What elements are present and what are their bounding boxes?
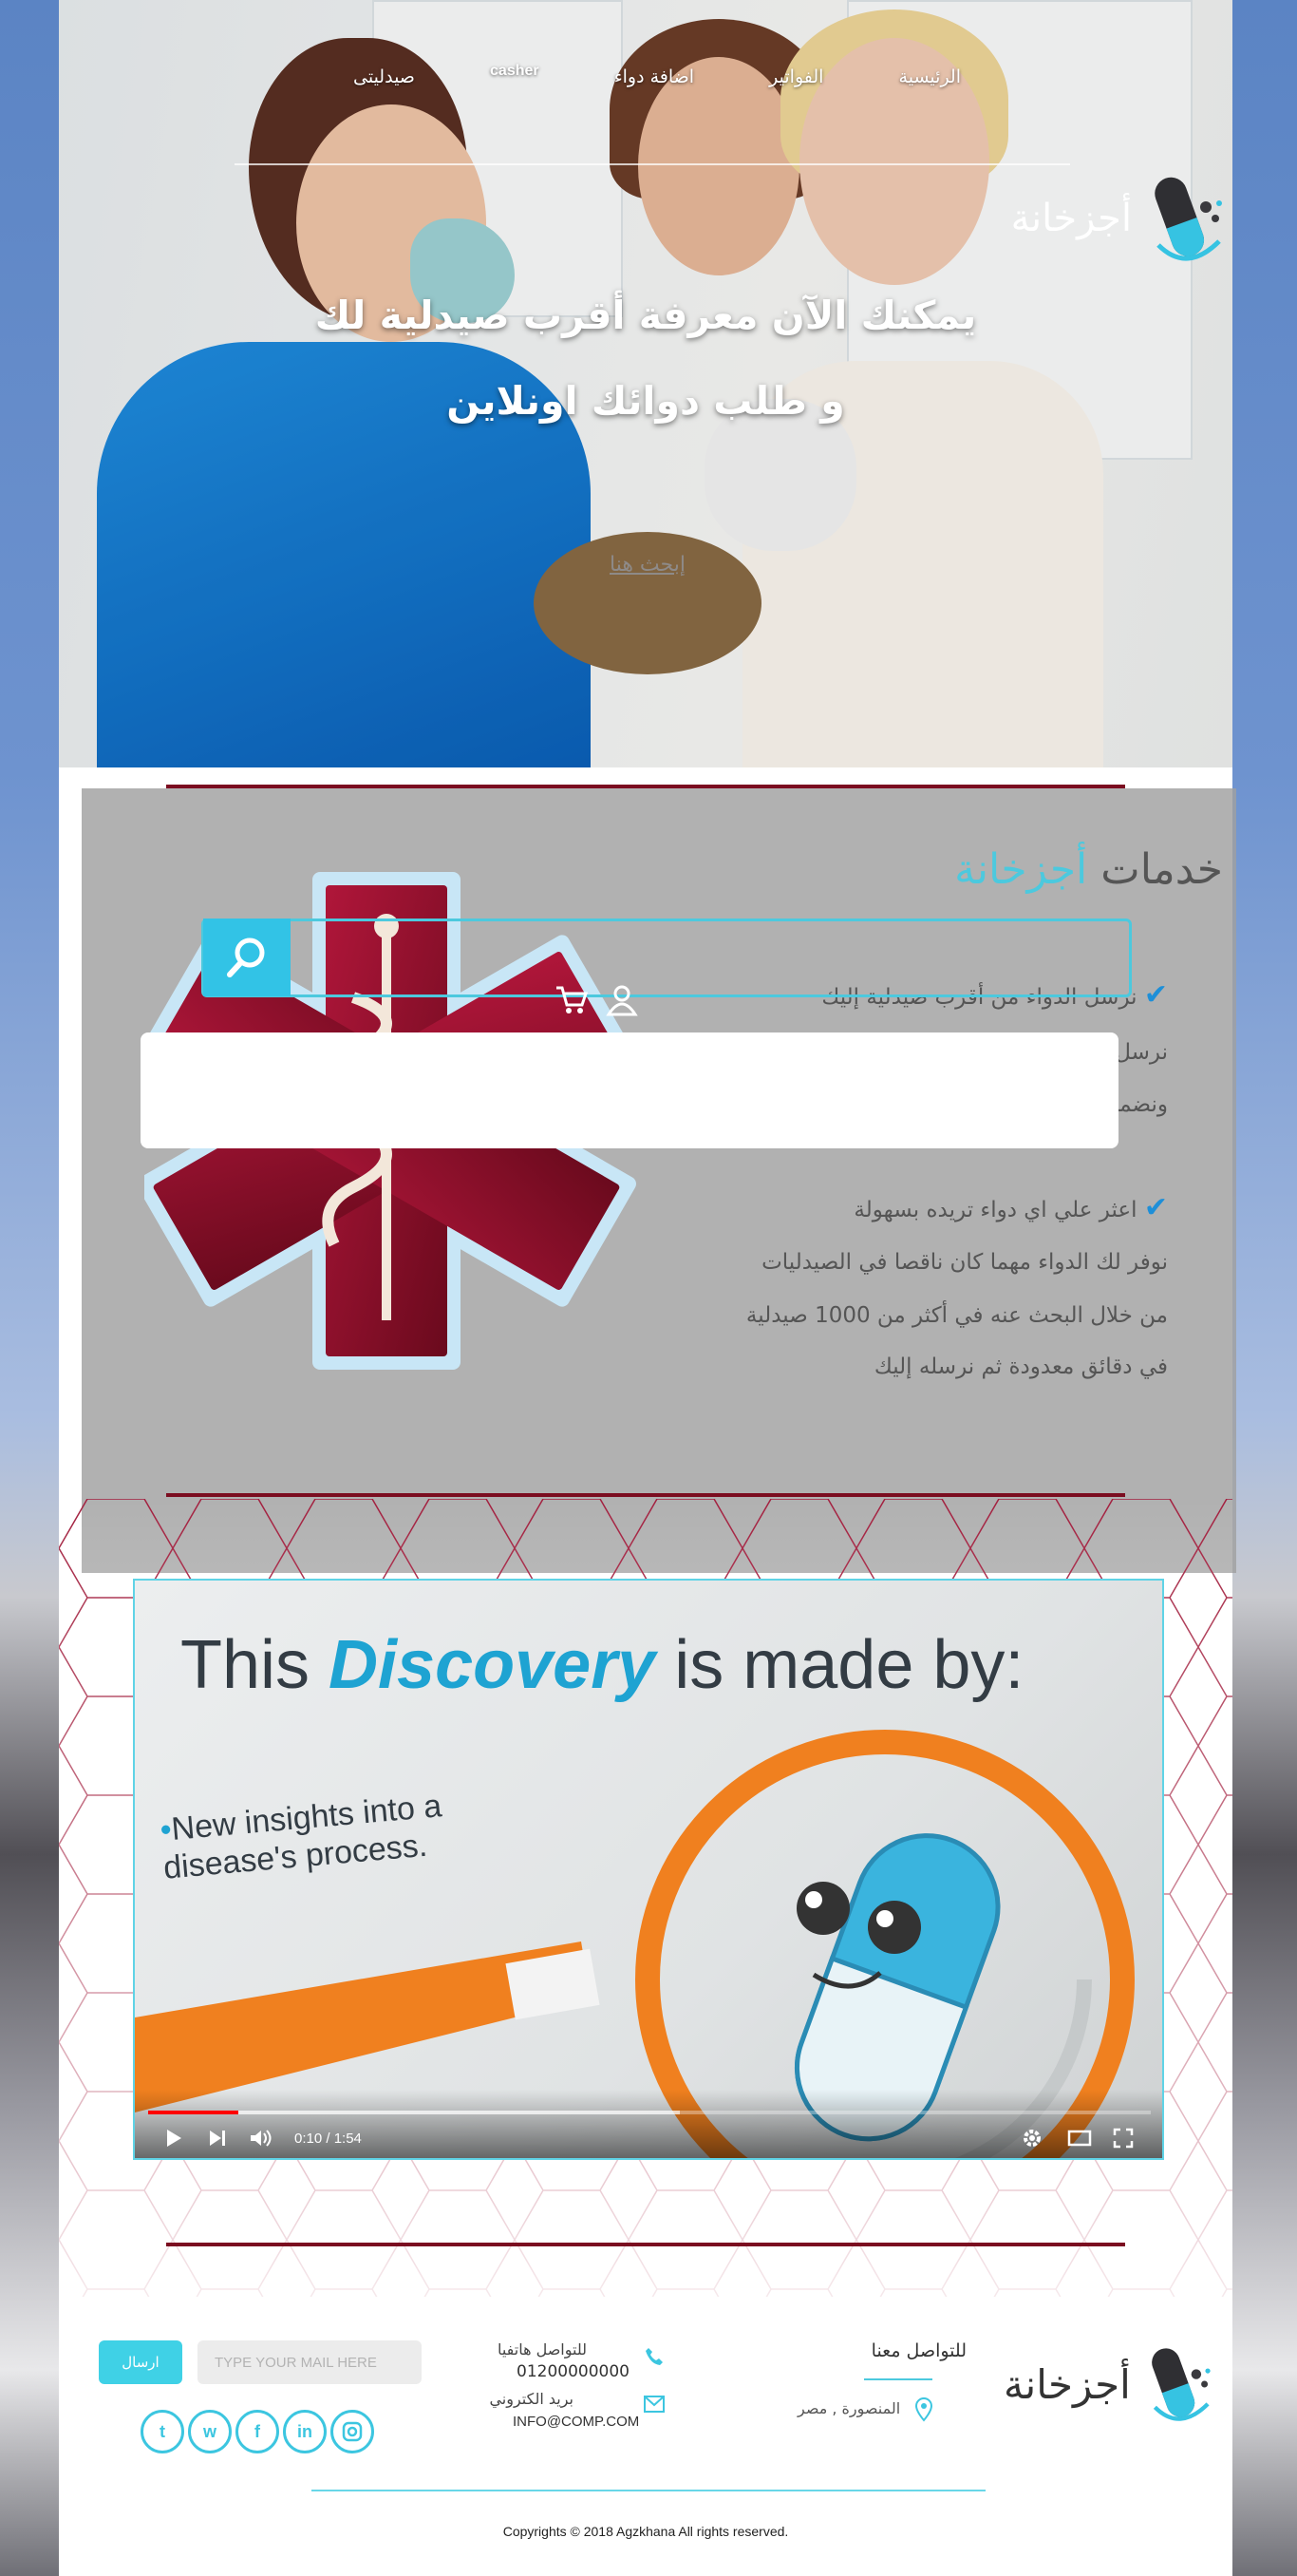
volume-icon[interactable] xyxy=(249,2128,273,2149)
nav-my-pharmacy[interactable]: صيدليتى xyxy=(353,66,415,87)
capsule-logo-icon xyxy=(1155,177,1222,261)
theater-mode-icon[interactable] xyxy=(1067,2128,1092,2149)
user-icon[interactable] xyxy=(606,984,638,1016)
search-button[interactable] xyxy=(203,919,291,996)
main-nav: الرئيسية الفواتير اضافة دواء casher صيدل… xyxy=(353,63,961,87)
fullscreen-icon[interactable] xyxy=(1113,2128,1134,2149)
video-progress-bar[interactable] xyxy=(148,2111,1151,2114)
magnifier-capsule-illustration xyxy=(135,1730,1135,2158)
search-input-frame[interactable] xyxy=(201,919,1132,997)
logo-text: أجزخانة xyxy=(1010,197,1132,240)
next-icon[interactable] xyxy=(207,2128,228,2149)
video-player[interactable]: This Discovery is made by: •New insights… xyxy=(133,1579,1164,2160)
hero-subheadline: و طلب دوائك اونلاين xyxy=(446,378,845,424)
newsletter-email-input[interactable] xyxy=(197,2340,422,2384)
search-icon xyxy=(227,938,265,977)
play-icon[interactable] xyxy=(163,2128,184,2149)
nav-casher[interactable]: casher xyxy=(490,63,539,87)
send-button[interactable]: ارسال xyxy=(99,2340,182,2384)
hero-search-link[interactable]: إبحث هنا xyxy=(572,553,724,577)
settings-gear-icon[interactable] xyxy=(1022,2128,1043,2149)
nav-home[interactable]: الرئيسية xyxy=(899,66,961,87)
cart-icon[interactable] xyxy=(555,984,589,1016)
video-controls: 0:10 / 1:54 xyxy=(135,2090,1162,2158)
search-results-panel xyxy=(141,1032,1118,1148)
nav-divider xyxy=(235,163,1070,165)
nav-add-medicine[interactable]: اضافة دواء xyxy=(614,66,694,87)
nav-invoices[interactable]: الفواتير xyxy=(769,66,823,87)
hero-section: الرئيسية الفواتير اضافة دواء casher صيدل… xyxy=(59,0,1232,767)
hero-headline: يمكنك الآن معرفة أقرب صيدلية لك xyxy=(314,293,977,338)
video-time: 0:10 / 1:54 xyxy=(294,2131,362,2147)
user-actions xyxy=(555,984,638,1016)
header-logo[interactable]: أجزخانة xyxy=(1011,169,1227,268)
services-overlay xyxy=(82,788,1236,1573)
